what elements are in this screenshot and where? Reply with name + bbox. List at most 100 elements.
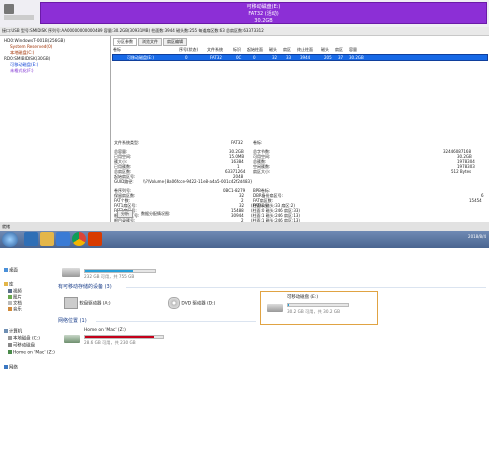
nav-label: 图片	[13, 295, 22, 301]
col-header: 序号(状态)	[179, 47, 199, 52]
cell: 30.2GB	[349, 55, 364, 60]
network-drive-icon	[64, 335, 80, 343]
nav-item-removable[interactable]: 可移动磁盘	[8, 343, 35, 350]
partition-table: 卷标 序号(状态) 文件系统 标识 起始柱面 磁头 扇区 终止柱面 磁头 扇区 …	[111, 46, 489, 136]
disk-icon	[4, 4, 14, 14]
usb-drive-icon	[267, 304, 283, 312]
table-row[interactable]: 可移动磁盘(E:) 0 FAT32 0C 0 32 33 3944 205 37…	[112, 54, 488, 61]
app-icon[interactable]	[88, 232, 102, 246]
partition-details: 文件系统类型: FAT32 总容量: 30.2GB 已用空间: 15.0MB 簇…	[111, 140, 489, 228]
usb-drive-icon	[8, 343, 12, 347]
group-divider	[96, 321, 256, 322]
drive-icon	[62, 268, 80, 277]
folder-icon[interactable]	[40, 232, 54, 246]
detail-label: GUID路径:	[114, 179, 134, 184]
clock[interactable]: 2018/8/4	[468, 234, 486, 239]
tab-strip: 分区参数 浏览文件 扇区编辑	[113, 38, 188, 46]
col-header: 扇区	[335, 47, 343, 52]
status-bar: 就绪	[0, 222, 489, 231]
media-player-icon[interactable]	[56, 232, 70, 246]
analyze-bar: 分析 数据分配情况图:	[111, 209, 489, 219]
cell: 37	[338, 55, 344, 60]
cell: 3944	[300, 55, 311, 60]
drive-label: Home on 'Mac' (Z:)	[84, 328, 126, 333]
group-divider	[126, 287, 486, 288]
group-header-removable[interactable]: 有可移动存储的设备 (3)	[58, 284, 112, 291]
desktop-icon	[4, 268, 8, 272]
drive-size: 28.6 GB 可用，共 230 GB	[84, 340, 136, 345]
drive-home-mac[interactable]: Home on 'Mac' (Z:) 28.6 GB 可用，共 230 GB	[62, 328, 172, 350]
cell: 32	[272, 55, 278, 60]
drive-removable-e[interactable]: 可移动磁盘 (E:) 30.2 GB 可用，共 30.2 GB	[260, 291, 378, 325]
nav-item-music[interactable]: 音乐	[8, 307, 22, 314]
dvd-icon	[168, 297, 180, 309]
usage-bar	[84, 335, 164, 339]
drive-size: 30.2 GB 可用，共 30.2 GB	[287, 309, 340, 314]
picture-icon	[8, 295, 12, 299]
col-header: 起始柱面	[247, 47, 263, 52]
cell: 0	[253, 55, 256, 60]
detail-label: 扇区大小:	[253, 169, 271, 174]
disk-info-bar: 接口:USB 型号:SMIDISK 序列号:AA00000000000489 容…	[0, 27, 489, 36]
tab-browse-files[interactable]: 浏览文件	[138, 38, 162, 46]
chrome-icon[interactable]	[72, 232, 86, 246]
detail-value: 512 Bytes	[451, 169, 472, 174]
nav-label: 桌面	[9, 268, 18, 274]
nav-label: 音乐	[13, 307, 22, 313]
drive-icon	[8, 336, 12, 340]
nav-item-home-mac[interactable]: Home on 'Mac' (Z:)	[8, 350, 55, 357]
start-button[interactable]	[2, 232, 18, 247]
document-icon	[8, 301, 12, 305]
fat-label: FAT标志:	[253, 203, 270, 208]
nav-label: 网络	[9, 365, 18, 371]
nav-item-desktop[interactable]: 桌面	[4, 268, 18, 275]
disk-partition-bar[interactable]: 可移动磁盘(E:) FAT32 (活动) 30.2GB	[40, 2, 487, 24]
usage-bar	[287, 303, 349, 307]
col-header: 容量	[349, 47, 357, 52]
nav-label: 文档	[13, 301, 22, 307]
disk-size: 30.2GB	[254, 18, 273, 24]
col-header: 终止柱面	[297, 47, 313, 52]
nav-pane: 桌面 库 视频 图片 文档 音乐 计算机 本地磁盘 (C:) 可移动磁盘 Hom…	[0, 248, 55, 453]
content-pane: 232 GB 可用，共 755 GB 有可移动存储的设备 (3) 软盘驱动器 (…	[52, 248, 489, 453]
nav-item-network[interactable]: 网络	[4, 365, 18, 372]
nav-label: 计算机	[9, 329, 23, 335]
col-header: 标识	[233, 47, 241, 52]
computer-icon	[4, 329, 8, 333]
diskgenius-window: 可移动磁盘(E:) FAT32 (活动) 30.2GB 接口:USB 型号:SM…	[0, 0, 489, 236]
col-header: 扇区	[283, 47, 291, 52]
network-drive-icon	[8, 350, 12, 354]
col-header: 磁头	[269, 47, 277, 52]
drive-label: 可移动磁盘 (E:)	[287, 295, 319, 300]
drive-floppy[interactable]: 软盘驱动器 (A:)	[64, 297, 111, 309]
col-header: 卷标	[113, 47, 121, 52]
detail-label: 卷标:	[253, 140, 263, 145]
nav-item-computer[interactable]: 计算机	[4, 329, 22, 336]
tree-item-unformatted-f[interactable]: 未格式化(F:)	[10, 68, 34, 74]
tab-sector-edit[interactable]: 扇区编辑	[163, 38, 187, 46]
partition-panel: 分区参数 浏览文件 扇区编辑 卷标 序号(状态) 文件系统 标识 起始柱面 磁头 扇…	[111, 36, 489, 228]
nav-item-library[interactable]: 库	[4, 282, 13, 289]
fat-value: 15454	[469, 198, 482, 203]
nav-label: 视频	[13, 289, 22, 295]
video-icon	[8, 289, 12, 293]
drive-dvd[interactable]: DVD 驱动器 (D:)	[168, 297, 215, 309]
cell: 33	[286, 55, 292, 60]
ie-icon[interactable]	[24, 232, 38, 246]
detail-label: 文件系统类型:	[114, 140, 140, 145]
drive-label: 软盘驱动器 (A:)	[79, 301, 111, 307]
disk-fs: FAT32 (活动)	[248, 11, 279, 17]
nav-item-local-c[interactable]: 本地磁盘 (C:)	[8, 336, 40, 343]
analyze-button[interactable]: 分析	[117, 210, 133, 218]
nav-label: 库	[9, 282, 14, 288]
col-header: 文件系统	[207, 47, 223, 52]
nav-label: Home on 'Mac' (Z:)	[13, 350, 55, 356]
tab-partition-params[interactable]: 分区参数	[113, 38, 137, 46]
disk-header: 可移动磁盘(E:) FAT32 (活动) 30.2GB	[0, 0, 489, 27]
nav-label: 可移动磁盘	[13, 343, 35, 349]
library-icon	[4, 282, 8, 286]
taskbar: 2018/8/4	[0, 231, 489, 248]
cell: 可移动磁盘(E:)	[127, 55, 154, 60]
nav-label: 本地磁盘 (C:)	[13, 336, 40, 342]
group-header-network[interactable]: 网络位置 (1)	[58, 318, 87, 325]
